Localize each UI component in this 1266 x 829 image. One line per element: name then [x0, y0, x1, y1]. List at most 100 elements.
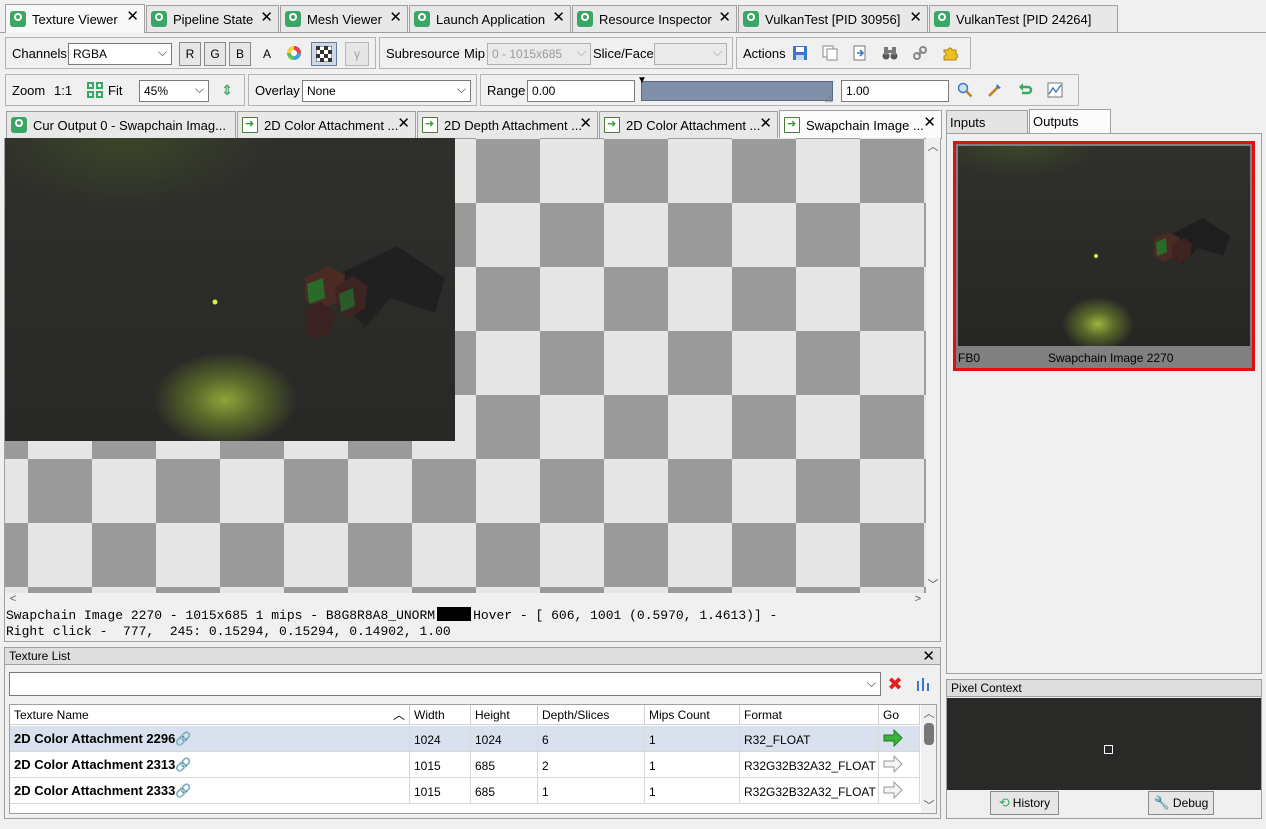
- texture-table: Texture Name ︿ Width Height Depth/Slices…: [9, 704, 937, 814]
- texture-tab-color-attachment-1[interactable]: 2D Color Attachment ... ✕: [237, 111, 416, 138]
- texture-tab-depth-attachment[interactable]: 2D Depth Attachment ... ✕: [417, 111, 598, 138]
- column-header-name[interactable]: Texture Name ︿: [10, 705, 410, 725]
- link-icon[interactable]: 🔗: [175, 731, 191, 746]
- mip-value: 0 - 1015x685: [492, 47, 563, 61]
- texture-depth: 6: [538, 726, 645, 752]
- tab-launch-application[interactable]: Launch Application ✕: [409, 5, 571, 32]
- table-vertical-scrollbar[interactable]: ︿ ﹀: [921, 705, 936, 813]
- rendered-texture[interactable]: [5, 138, 455, 441]
- close-icon[interactable]: ✕: [552, 9, 565, 27]
- table-row-partial[interactable]: [10, 804, 920, 813]
- close-icon[interactable]: ✕: [909, 9, 922, 27]
- fit-icon[interactable]: [86, 81, 104, 99]
- scroll-down-icon[interactable]: ﹀: [921, 797, 936, 813]
- scroll-left-icon[interactable]: <: [5, 593, 21, 605]
- debug-button[interactable]: 🔧 Debug: [1148, 791, 1214, 815]
- tab-vulkantest-24264[interactable]: VulkanTest [PID 24264]: [929, 5, 1118, 32]
- overlay-select[interactable]: None ⌵: [302, 80, 471, 102]
- gamma-toggle[interactable]: γ: [345, 42, 369, 66]
- range-max-handle[interactable]: △: [825, 93, 833, 104]
- tab-pipeline-state[interactable]: Pipeline State ✕: [146, 5, 279, 32]
- clear-filter-icon[interactable]: ✖: [886, 674, 904, 694]
- tab-texture-viewer[interactable]: Texture Viewer ✕: [5, 4, 145, 33]
- close-icon[interactable]: ✕: [923, 114, 936, 132]
- channel-g-toggle[interactable]: G: [204, 42, 226, 66]
- debug-label: Debug: [1172, 796, 1209, 810]
- history-button[interactable]: ⟲ History: [990, 791, 1059, 815]
- copy-icon[interactable]: [821, 44, 839, 62]
- column-header-format[interactable]: Format: [740, 705, 879, 725]
- output-slot-label: FB0: [958, 351, 981, 365]
- close-icon[interactable]: ✕: [126, 8, 139, 26]
- histogram-icon[interactable]: [1046, 81, 1064, 99]
- scroll-up-icon[interactable]: ︿: [925, 138, 941, 154]
- table-row[interactable]: 2D Color Attachment 2313🔗 1015 685 2 1 R…: [10, 752, 920, 778]
- close-icon[interactable]: ✕: [260, 9, 273, 27]
- fit-button[interactable]: Fit: [108, 83, 122, 98]
- close-icon[interactable]: ✕: [397, 115, 410, 133]
- table-row[interactable]: 2D Color Attachment 2333🔗 1015 685 1 1 R…: [10, 778, 920, 804]
- channels-select[interactable]: RGBA ⌵: [68, 43, 172, 65]
- texture-name: 2D Color Attachment 2313: [14, 757, 176, 772]
- scroll-down-icon[interactable]: ﹀: [925, 576, 941, 592]
- open-external-icon[interactable]: [851, 44, 869, 62]
- go-arrow-icon[interactable]: [879, 778, 920, 804]
- go-arrow-icon[interactable]: [879, 726, 920, 752]
- save-icon[interactable]: [791, 44, 809, 62]
- close-icon[interactable]: ✕: [579, 115, 592, 133]
- puzzle-icon[interactable]: [941, 44, 959, 62]
- texture-viewport[interactable]: [5, 138, 926, 593]
- column-settings-icon[interactable]: [914, 675, 932, 693]
- scroll-right-icon[interactable]: >: [910, 593, 926, 605]
- tab-resource-inspector[interactable]: Resource Inspector ✕: [572, 5, 737, 32]
- mip-select[interactable]: 0 - 1015x685 ⌵: [487, 43, 591, 65]
- pixel-context-view[interactable]: [947, 698, 1261, 790]
- scroll-up-icon[interactable]: ︿: [921, 705, 936, 721]
- range-min-handle[interactable]: ▼: [637, 75, 647, 86]
- channel-b-toggle[interactable]: B: [229, 42, 251, 66]
- slice-face-select[interactable]: ⌵: [654, 43, 727, 65]
- output-thumbnail-fb0[interactable]: FB0 Swapchain Image 2270: [953, 141, 1255, 371]
- close-icon[interactable]: ✕: [759, 115, 772, 133]
- texture-tab-swapchain[interactable]: Swapchain Image ... ✕: [779, 110, 942, 139]
- range-min-input[interactable]: 0.00: [527, 80, 635, 102]
- go-arrow-icon[interactable]: [879, 752, 920, 778]
- tab-inputs[interactable]: Inputs: [946, 110, 1028, 133]
- texture-filter-input[interactable]: ⌵: [9, 672, 881, 696]
- range-histogram[interactable]: [641, 81, 833, 101]
- tab-mesh-viewer[interactable]: Mesh Viewer ✕: [280, 5, 408, 32]
- color-wheel-icon[interactable]: [285, 44, 303, 62]
- scrollbar-thumb[interactable]: [924, 723, 934, 745]
- checkerboard-toggle[interactable]: [311, 42, 337, 66]
- tab-outputs[interactable]: Outputs: [1029, 109, 1111, 134]
- close-icon[interactable]: ✕: [922, 647, 935, 665]
- texture-tab-color-attachment-2[interactable]: 2D Color Attachment ... ✕: [599, 111, 778, 138]
- range-max-input[interactable]: 1.00: [841, 80, 949, 102]
- viewport-vertical-scrollbar[interactable]: ︿ ﹀: [926, 138, 940, 593]
- auto-fit-range-icon[interactable]: [986, 81, 1004, 99]
- close-icon[interactable]: ✕: [389, 9, 402, 27]
- texture-tab-cur-output[interactable]: Cur Output 0 - Swapchain Imag...: [6, 111, 236, 138]
- link-icon[interactable]: 🔗: [175, 783, 191, 798]
- column-header-mips[interactable]: Mips Count: [645, 705, 740, 725]
- table-row[interactable]: 2D Color Attachment 2296🔗 1024 1024 6 1 …: [10, 726, 920, 752]
- channel-a-toggle[interactable]: A: [263, 47, 271, 61]
- column-header-height[interactable]: Height: [471, 705, 538, 725]
- close-icon[interactable]: ✕: [718, 9, 731, 27]
- zoom-value: 45%: [144, 84, 169, 98]
- link-icon[interactable]: [911, 44, 929, 62]
- zoom-range-icon[interactable]: [956, 81, 974, 99]
- column-header-width[interactable]: Width: [410, 705, 471, 725]
- reset-range-icon[interactable]: [1016, 81, 1034, 99]
- binoculars-icon[interactable]: [881, 44, 899, 62]
- zoom-1to1-button[interactable]: 1:1: [54, 83, 72, 98]
- viewport-horizontal-scrollbar[interactable]: < >: [5, 593, 926, 607]
- channel-r-toggle[interactable]: R: [179, 42, 201, 66]
- column-header-go[interactable]: Go: [879, 705, 920, 725]
- tab-label: Cur Output 0 - Swapchain Imag...: [33, 117, 226, 133]
- link-icon[interactable]: 🔗: [175, 757, 191, 772]
- zoom-select[interactable]: 45% ⌵: [139, 80, 209, 102]
- flip-vertical-icon[interactable]: ⇕: [218, 81, 236, 99]
- column-header-depth[interactable]: Depth/Slices: [538, 705, 645, 725]
- tab-vulkantest-30956[interactable]: VulkanTest [PID 30956] ✕: [738, 5, 928, 32]
